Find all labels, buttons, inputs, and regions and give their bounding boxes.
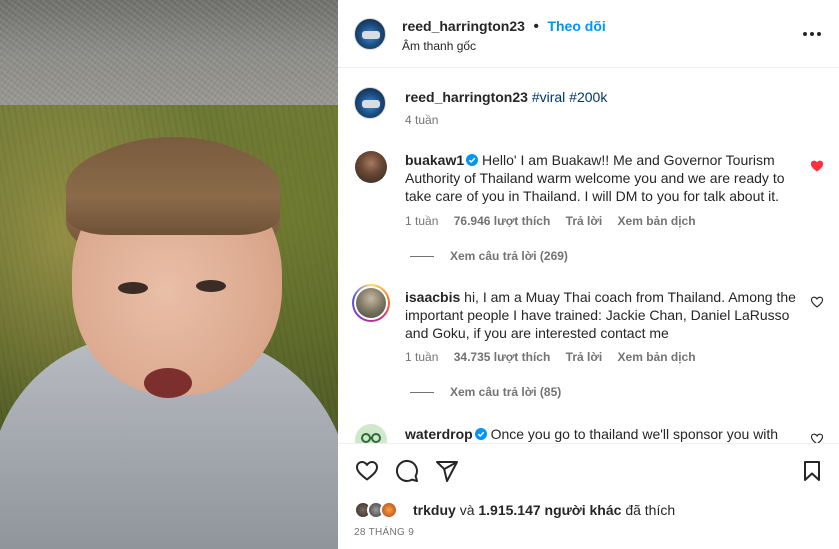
caption-time: 4 tuần bbox=[405, 113, 439, 127]
heart-filled-icon bbox=[810, 160, 824, 172]
header-divider bbox=[338, 67, 839, 68]
media-person-eye-right bbox=[196, 280, 226, 292]
save-bookmark-icon[interactable] bbox=[800, 459, 824, 483]
header-separator: • bbox=[533, 18, 539, 35]
liked-by-username[interactable]: trkduy bbox=[413, 502, 456, 518]
post-header: reed_harrington23 • Theo dõi bbox=[402, 18, 606, 36]
glasses-logo-icon bbox=[361, 433, 381, 443]
comment-isaacbis: isaacbis hi, I am a Muay Thai coach from… bbox=[405, 288, 801, 342]
media-person-eye-left bbox=[118, 282, 148, 294]
comment-avatar-waterdrop[interactable] bbox=[355, 424, 387, 443]
like-heart-icon[interactable] bbox=[355, 459, 379, 483]
comment-meta: 1 tuần 34.735 lượt thích Trả lời Xem bản… bbox=[405, 350, 708, 364]
more-options-button[interactable] bbox=[800, 25, 824, 43]
comment-avatar-buakaw1[interactable] bbox=[355, 151, 387, 183]
reply-button[interactable]: Trả lời bbox=[566, 350, 603, 364]
caption-hashtags[interactable]: #viral #200k bbox=[532, 89, 608, 105]
verified-badge-icon bbox=[474, 428, 487, 440]
comment-waterdrop: waterdrop Once you go to thailand we'll … bbox=[405, 425, 801, 443]
verified-badge-icon bbox=[466, 154, 479, 166]
post-media[interactable] bbox=[0, 0, 338, 549]
comment-icon[interactable] bbox=[395, 459, 419, 483]
comment-avatar-isaacbis[interactable] bbox=[352, 284, 390, 322]
media-person-hair-front bbox=[66, 140, 280, 235]
avatar-photo bbox=[356, 288, 386, 318]
comment-like-button[interactable] bbox=[810, 295, 824, 309]
reply-line bbox=[410, 256, 434, 258]
more-horizontal-icon bbox=[803, 32, 821, 36]
liked-by-connector: và bbox=[459, 502, 475, 518]
translate-button[interactable]: Xem bản dịch bbox=[618, 214, 696, 228]
comment-username[interactable]: waterdrop bbox=[405, 426, 473, 442]
comment-waterdrop-clip: waterdrop Once you go to thailand we'll … bbox=[338, 418, 839, 443]
comment-buakaw1: buakaw1 Hello' I am Buakaw!! Me and Gove… bbox=[405, 151, 793, 205]
comment-text: hi, I am a Muay Thai coach from Thailand… bbox=[405, 289, 796, 341]
comment-username[interactable]: isaacbis bbox=[405, 289, 460, 305]
view-replies-button[interactable]: Xem câu trả lời (269) bbox=[410, 249, 568, 263]
liker-avatar[interactable] bbox=[380, 501, 398, 519]
view-replies-label: Xem câu trả lời (269) bbox=[450, 249, 568, 263]
media-background-gravel bbox=[0, 0, 338, 120]
follow-button[interactable]: Theo dõi bbox=[547, 18, 605, 34]
post-side-panel: reed_harrington23 • Theo dõi Âm thanh gố… bbox=[338, 0, 839, 549]
comment-likes[interactable]: 34.735 lượt thích bbox=[454, 350, 551, 364]
view-replies-label: Xem câu trả lời (85) bbox=[450, 385, 562, 399]
post-date[interactable]: 28 THÁNG 9 bbox=[354, 527, 414, 538]
reply-line bbox=[410, 392, 434, 394]
heart-outline-icon bbox=[810, 433, 824, 443]
comment-time: 1 tuần bbox=[405, 214, 439, 228]
actions-divider bbox=[338, 443, 839, 444]
comment-time: 1 tuần bbox=[405, 350, 439, 364]
translate-button[interactable]: Xem bản dịch bbox=[618, 350, 696, 364]
audio-label[interactable]: Âm thanh gốc bbox=[402, 39, 476, 53]
comment-text: Once you go to thailand we'll sponsor yo… bbox=[490, 426, 779, 442]
liked-by-line: trkduy và 1.915.147 người khác đã thích bbox=[413, 502, 675, 518]
reply-button[interactable]: Trả lời bbox=[566, 214, 603, 228]
comment-username[interactable]: buakaw1 bbox=[405, 152, 464, 168]
comment-like-button[interactable] bbox=[810, 159, 824, 173]
liked-by-count[interactable]: 1.915.147 người khác bbox=[478, 502, 621, 518]
liked-by-suffix: đã thích bbox=[625, 502, 676, 518]
share-send-icon[interactable] bbox=[435, 459, 459, 483]
comment-meta: 1 tuần 76.946 lượt thích Trả lời Xem bản… bbox=[405, 214, 708, 228]
story-ring-inner bbox=[354, 286, 388, 320]
comment-like-button[interactable] bbox=[810, 432, 824, 443]
heart-outline-icon bbox=[810, 296, 824, 308]
author-username[interactable]: reed_harrington23 bbox=[402, 18, 525, 34]
caption-username[interactable]: reed_harrington23 bbox=[405, 89, 528, 105]
view-replies-button[interactable]: Xem câu trả lời (85) bbox=[410, 385, 561, 399]
caption: reed_harrington23 #viral #200k bbox=[405, 89, 607, 105]
media-person-mouth bbox=[144, 368, 192, 398]
comment-likes[interactable]: 76.946 lượt thích bbox=[454, 214, 551, 228]
author-avatar[interactable] bbox=[354, 18, 386, 50]
caption-author-avatar[interactable] bbox=[354, 87, 386, 119]
